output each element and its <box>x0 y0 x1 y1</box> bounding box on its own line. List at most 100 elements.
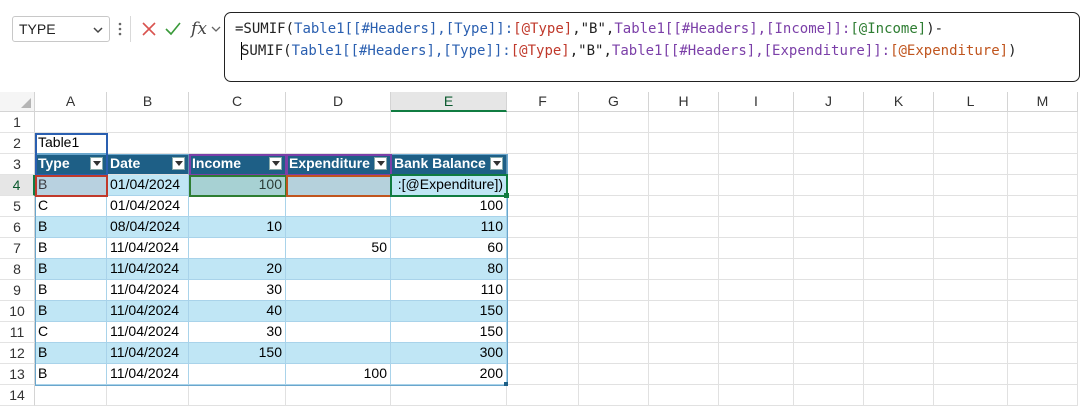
table-cell[interactable]: B <box>35 343 107 364</box>
cell[interactable] <box>934 238 1008 259</box>
row-header-11[interactable]: 11 <box>0 322 35 343</box>
cell[interactable] <box>864 259 934 280</box>
table-header-type[interactable]: Type <box>35 154 107 175</box>
column-header-e[interactable]: E <box>391 92 507 112</box>
cell[interactable] <box>719 301 794 322</box>
cell[interactable] <box>107 385 189 406</box>
cell[interactable] <box>864 322 934 343</box>
table-cell[interactable]: 40 <box>189 301 286 322</box>
cell[interactable] <box>719 175 794 196</box>
table-cell[interactable]: 20 <box>189 259 286 280</box>
table-cell[interactable]: :[@Expenditure]) <box>391 175 507 196</box>
cell[interactable] <box>1008 259 1078 280</box>
cell[interactable] <box>649 280 719 301</box>
cell[interactable] <box>579 322 649 343</box>
cell[interactable] <box>864 238 934 259</box>
cell[interactable] <box>579 343 649 364</box>
cell[interactable] <box>579 112 649 133</box>
cell[interactable] <box>649 238 719 259</box>
row-header-13[interactable]: 13 <box>0 364 35 385</box>
cell[interactable] <box>507 154 579 175</box>
cell[interactable] <box>507 280 579 301</box>
column-header-i[interactable]: I <box>719 92 794 112</box>
table-cell[interactable]: 200 <box>391 364 507 385</box>
table-cell[interactable]: 110 <box>391 280 507 301</box>
filter-dropdown-button[interactable] <box>374 157 387 170</box>
cell[interactable] <box>649 175 719 196</box>
table-cell[interactable]: 11/04/2024 <box>107 364 189 385</box>
cell[interactable] <box>649 112 719 133</box>
chevron-down-icon[interactable] <box>91 23 105 37</box>
table-cell[interactable]: 30 <box>189 322 286 343</box>
filter-dropdown-button[interactable] <box>90 157 103 170</box>
cell[interactable] <box>934 154 1008 175</box>
column-header-g[interactable]: G <box>579 92 649 112</box>
table-cell[interactable] <box>286 343 391 364</box>
cell[interactable] <box>864 112 934 133</box>
cell[interactable] <box>719 112 794 133</box>
table-cell[interactable]: 110 <box>391 217 507 238</box>
table-cell[interactable]: 01/04/2024 <box>107 175 189 196</box>
table-cell[interactable]: B <box>35 217 107 238</box>
table-cell[interactable]: 100 <box>286 364 391 385</box>
cell[interactable] <box>934 133 1008 154</box>
filter-dropdown-button[interactable] <box>269 157 282 170</box>
column-header-d[interactable]: D <box>286 92 391 112</box>
cell[interactable] <box>507 364 579 385</box>
cell[interactable] <box>507 259 579 280</box>
table-cell[interactable]: 100 <box>189 175 286 196</box>
cell[interactable] <box>1008 175 1078 196</box>
more-dots-icon[interactable] <box>118 20 122 38</box>
table-name-label[interactable]: Table1 <box>35 133 107 154</box>
cell[interactable] <box>649 154 719 175</box>
cell[interactable] <box>391 133 507 154</box>
table-header-date[interactable]: Date <box>107 154 189 175</box>
cell[interactable] <box>794 217 864 238</box>
column-header-f[interactable]: F <box>507 92 579 112</box>
table-cell[interactable] <box>286 259 391 280</box>
cell[interactable] <box>507 238 579 259</box>
column-header-c[interactable]: C <box>189 92 286 112</box>
cell[interactable] <box>507 343 579 364</box>
cell[interactable] <box>649 322 719 343</box>
table-cell[interactable]: 50 <box>286 238 391 259</box>
table-cell[interactable] <box>189 364 286 385</box>
fill-handle[interactable] <box>504 193 509 198</box>
cell[interactable] <box>507 112 579 133</box>
cell[interactable] <box>1008 385 1078 406</box>
cell[interactable] <box>649 301 719 322</box>
table-cell[interactable]: 11/04/2024 <box>107 259 189 280</box>
column-header-h[interactable]: H <box>649 92 719 112</box>
table-cell[interactable]: B <box>35 238 107 259</box>
cancel-icon[interactable] <box>136 16 162 42</box>
cell[interactable] <box>649 364 719 385</box>
table-resize-handle[interactable] <box>504 382 508 386</box>
cell[interactable] <box>507 175 579 196</box>
cell[interactable] <box>507 301 579 322</box>
table-cell[interactable]: 11/04/2024 <box>107 280 189 301</box>
cell[interactable] <box>719 217 794 238</box>
cell[interactable] <box>794 196 864 217</box>
table-cell[interactable]: 80 <box>391 259 507 280</box>
cell[interactable] <box>1008 112 1078 133</box>
column-header-m[interactable]: M <box>1008 92 1078 112</box>
cell[interactable] <box>35 112 107 133</box>
cell[interactable] <box>934 175 1008 196</box>
cell[interactable] <box>507 385 579 406</box>
table-cell[interactable] <box>286 301 391 322</box>
cell[interactable] <box>794 280 864 301</box>
column-header-l[interactable]: L <box>934 92 1008 112</box>
table-cell[interactable]: 01/04/2024 <box>107 196 189 217</box>
table-cell[interactable] <box>286 217 391 238</box>
cell[interactable] <box>507 133 579 154</box>
table-cell[interactable]: 300 <box>391 343 507 364</box>
cell[interactable] <box>189 385 286 406</box>
cell[interactable] <box>391 112 507 133</box>
cell[interactable] <box>934 322 1008 343</box>
cell[interactable] <box>649 217 719 238</box>
cell[interactable] <box>864 175 934 196</box>
cell[interactable] <box>794 343 864 364</box>
table-cell[interactable]: 11/04/2024 <box>107 238 189 259</box>
table-cell[interactable]: 08/04/2024 <box>107 217 189 238</box>
cell[interactable] <box>864 196 934 217</box>
